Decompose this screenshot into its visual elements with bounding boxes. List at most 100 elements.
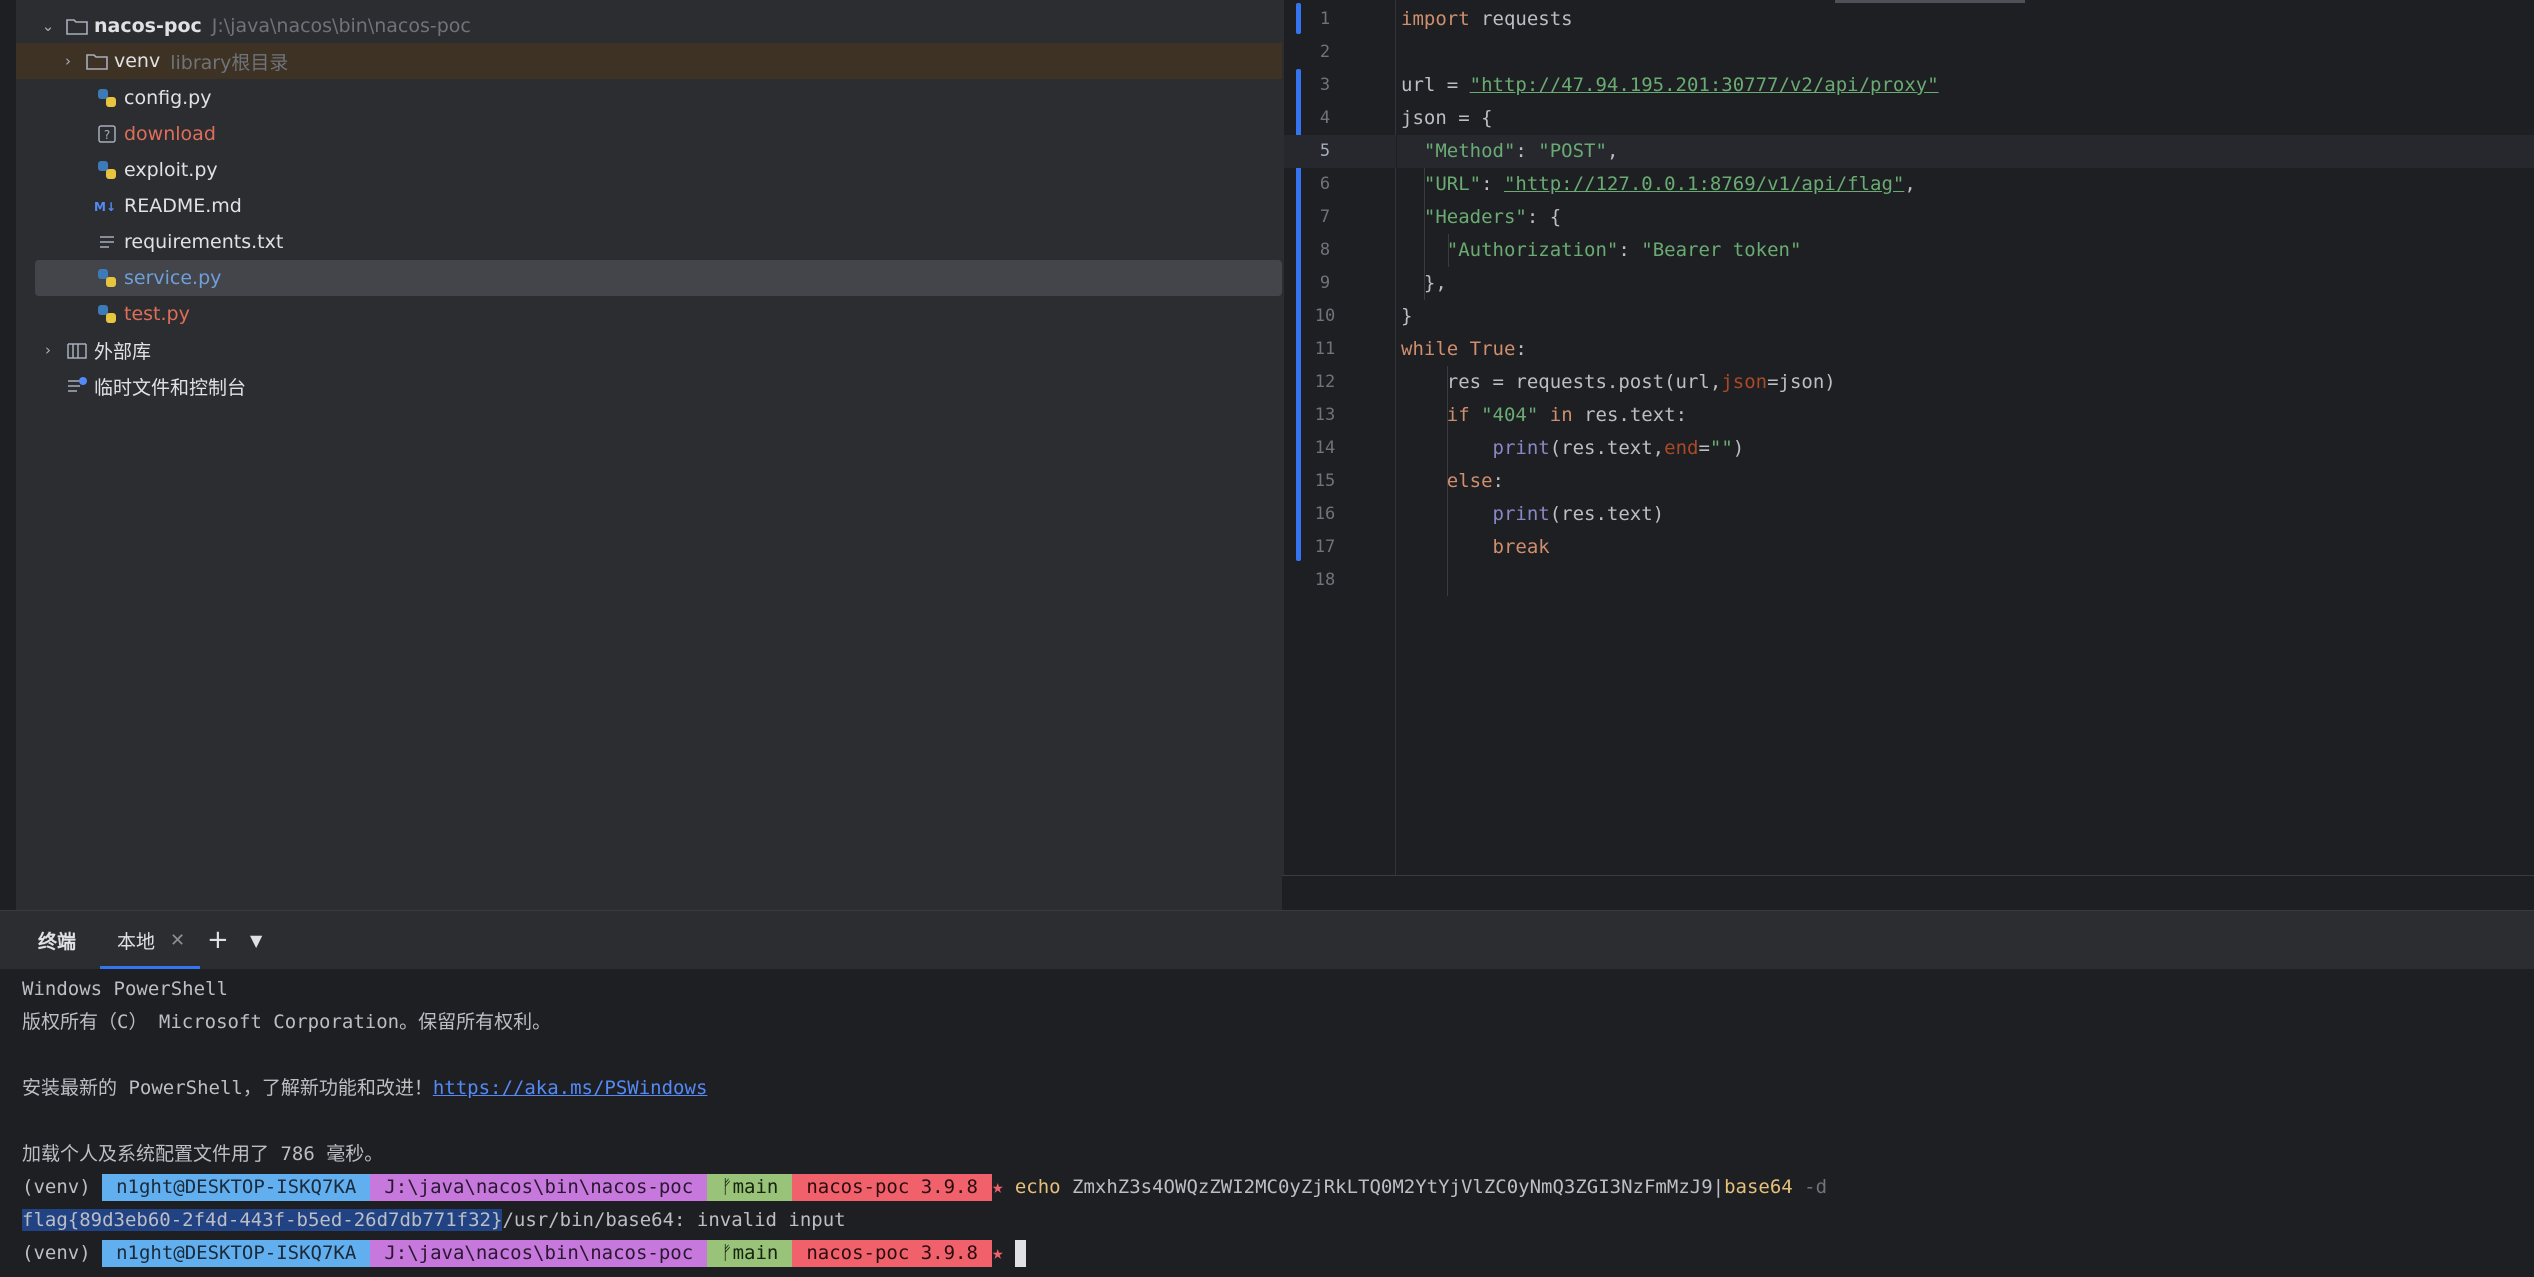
line-number: 4 — [1319, 108, 1331, 128]
tree-item-scratches[interactable]: 临时文件和控制台 — [64, 368, 246, 404]
prompt-env-segment: nacos-poc 3.9.8 — [792, 1174, 992, 1201]
chevron-right-icon[interactable]: › — [58, 52, 78, 70]
chevron-down-icon[interactable]: ▼ — [250, 911, 262, 969]
python-icon — [94, 157, 120, 183]
prompt-user-segment: n1ght@DESKTOP-ISKQ7KA — [102, 1174, 371, 1201]
python-icon — [94, 301, 120, 327]
text-file-icon — [94, 229, 120, 255]
tab-local[interactable]: 本地 — [117, 911, 155, 969]
file-name: requirements.txt — [124, 231, 284, 253]
file-name: exploit.py — [124, 159, 218, 181]
library-icon — [64, 337, 90, 363]
star-icon: ★ — [991, 1176, 1004, 1198]
line-number: 10 — [1314, 306, 1336, 326]
svg-text:?: ? — [104, 128, 110, 142]
file-name: service.py — [124, 267, 222, 289]
terminal-line: 安装最新的 PowerShell，了解新功能和改进！https://aka.ms… — [22, 1077, 708, 1099]
git-branch-icon: ᚠ — [721, 1176, 733, 1198]
line-number: 11 — [1314, 339, 1336, 359]
tree-item-venv[interactable]: › venv library根目录 — [16, 43, 1282, 79]
code-editor[interactable]: 1 2 3 4 5 6 7 8 9 10 11 12 13 14 15 16 1… — [1282, 0, 2534, 875]
root-folder-path: J:\java\nacos\bin\nacos-poc — [211, 15, 471, 37]
markdown-icon: M↓ — [94, 193, 120, 219]
terminal-line: 加载个人及系统配置文件用了 786 毫秒。 — [22, 1143, 384, 1165]
line-number: 13 — [1314, 405, 1336, 425]
code-line[interactable]: url = "http://47.94.195.201:30777/v2/api… — [1397, 69, 2534, 102]
terminal-prompt-line[interactable]: (venv) n1ght@DESKTOP-ISKQ7KA J:\java\naco… — [22, 1237, 1026, 1270]
venv-folder-hint: library根目录 — [170, 51, 289, 74]
folder-icon — [84, 48, 110, 74]
code-line[interactable]: json = { — [1397, 102, 2534, 135]
terminal-output-line: flag{89d3eb60-2f4d-443f-b5ed-26d7db771f3… — [22, 1209, 846, 1231]
code-line[interactable]: "Headers": { — [1397, 201, 2534, 234]
line-number: 15 — [1314, 471, 1336, 491]
line-number: 14 — [1314, 438, 1336, 458]
tree-item-file[interactable]: config.py — [94, 80, 212, 116]
project-tool-window: ⌄ nacos-poc J:\java\nacos\bin\nacos-poc … — [0, 0, 1282, 910]
code-line[interactable]: } — [1397, 300, 2534, 333]
terminal-title: 终端 — [38, 930, 77, 953]
tree-item-file[interactable]: exploit.py — [94, 152, 218, 188]
terminal-tool-window[interactable]: 终端 本地 ✕ + ▼ Windows PowerShell 版权所有（C） M… — [0, 910, 2534, 1277]
folder-icon — [64, 13, 90, 39]
tree-item-external-libraries[interactable]: › 外部库 — [38, 332, 151, 368]
code-line[interactable]: if "404" in res.text: — [1397, 399, 2534, 432]
chevron-down-icon[interactable]: ⌄ — [38, 17, 58, 35]
prompt-git-segment: ᚠmain — [707, 1240, 793, 1267]
line-number: 2 — [1319, 42, 1331, 62]
unknown-file-icon: ? — [94, 121, 120, 147]
terminal-line: 版权所有（C） Microsoft Corporation。保留所有权利。 — [22, 1011, 552, 1033]
code-line[interactable]: print(res.text) — [1397, 498, 2534, 531]
tree-item-file[interactable]: ? download — [94, 116, 216, 152]
code-line[interactable]: "URL": "http://127.0.0.1:8769/v1/api/fla… — [1397, 168, 2534, 201]
scratches-icon — [64, 373, 90, 399]
file-name: test.py — [124, 303, 190, 325]
prompt-path-segment: J:\java\nacos\bin\nacos-poc — [370, 1240, 708, 1267]
code-line[interactable]: else: — [1397, 465, 2534, 498]
line-number: 17 — [1314, 537, 1336, 557]
tree-item-file-selected[interactable]: service.py — [35, 260, 1282, 296]
root-folder-name: nacos-poc — [94, 15, 202, 37]
terminal-prompt-line: (venv) n1ght@DESKTOP-ISKQ7KA J:\java\naco… — [22, 1171, 1827, 1204]
external-libraries-label: 外部库 — [94, 340, 152, 363]
close-tab-icon[interactable]: ✕ — [170, 911, 185, 969]
code-line[interactable]: }, — [1397, 267, 2534, 300]
code-line[interactable]: "Authorization": "Bearer token" — [1397, 234, 2534, 267]
chevron-right-icon[interactable]: › — [38, 341, 58, 359]
powershell-link[interactable]: https://aka.ms/PSWindows — [433, 1077, 708, 1099]
code-line[interactable]: import requests — [1397, 3, 2534, 36]
prompt-user-segment: n1ght@DESKTOP-ISKQ7KA — [102, 1240, 371, 1267]
svg-text:M↓: M↓ — [94, 200, 116, 214]
scratches-label: 临时文件和控制台 — [94, 376, 247, 399]
tree-item-file[interactable]: M↓ README.md — [94, 188, 242, 224]
tree-item-file[interactable]: requirements.txt — [94, 224, 283, 260]
prompt-git-segment: ᚠmain — [707, 1174, 793, 1201]
line-number: 16 — [1314, 504, 1336, 524]
tree-item-root[interactable]: ⌄ nacos-poc J:\java\nacos\bin\nacos-poc — [38, 8, 471, 44]
code-line[interactable]: res = requests.post(url,json=json) — [1397, 366, 2534, 399]
venv-folder-name: venv — [114, 50, 161, 72]
line-number: 12 — [1314, 372, 1336, 392]
line-number-current: 5 — [1284, 135, 1396, 168]
line-number: 6 — [1319, 174, 1331, 194]
tree-item-file[interactable]: test.py — [94, 296, 190, 332]
line-number: 7 — [1319, 207, 1331, 227]
code-line[interactable]: break — [1397, 531, 2534, 564]
terminal-cursor[interactable] — [1014, 1240, 1026, 1267]
line-number: 1 — [1319, 9, 1331, 29]
line-number-gutter: 1 2 3 4 5 6 7 8 9 10 11 12 13 14 15 16 1… — [1284, 0, 1396, 875]
flag-output-selection: flag{89d3eb60-2f4d-443f-b5ed-26d7db771f3… — [22, 1209, 503, 1231]
file-name: config.py — [124, 87, 212, 109]
line-number: 8 — [1319, 240, 1331, 260]
code-line[interactable]: while True: — [1397, 333, 2534, 366]
code-line[interactable]: print(res.text,end="") — [1397, 432, 2534, 465]
star-icon: ★ — [991, 1242, 1004, 1264]
python-icon — [94, 265, 120, 291]
add-tab-icon[interactable]: + — [207, 911, 229, 969]
terminal-tab-bar: 终端 本地 ✕ + ▼ — [0, 911, 2534, 969]
line-number: 18 — [1314, 570, 1336, 590]
git-branch-icon: ᚠ — [721, 1242, 733, 1264]
file-name: README.md — [124, 195, 242, 217]
code-line-current[interactable]: "Method": "POST", — [1397, 135, 2534, 168]
prompt-env-segment: nacos-poc 3.9.8 — [792, 1240, 992, 1267]
